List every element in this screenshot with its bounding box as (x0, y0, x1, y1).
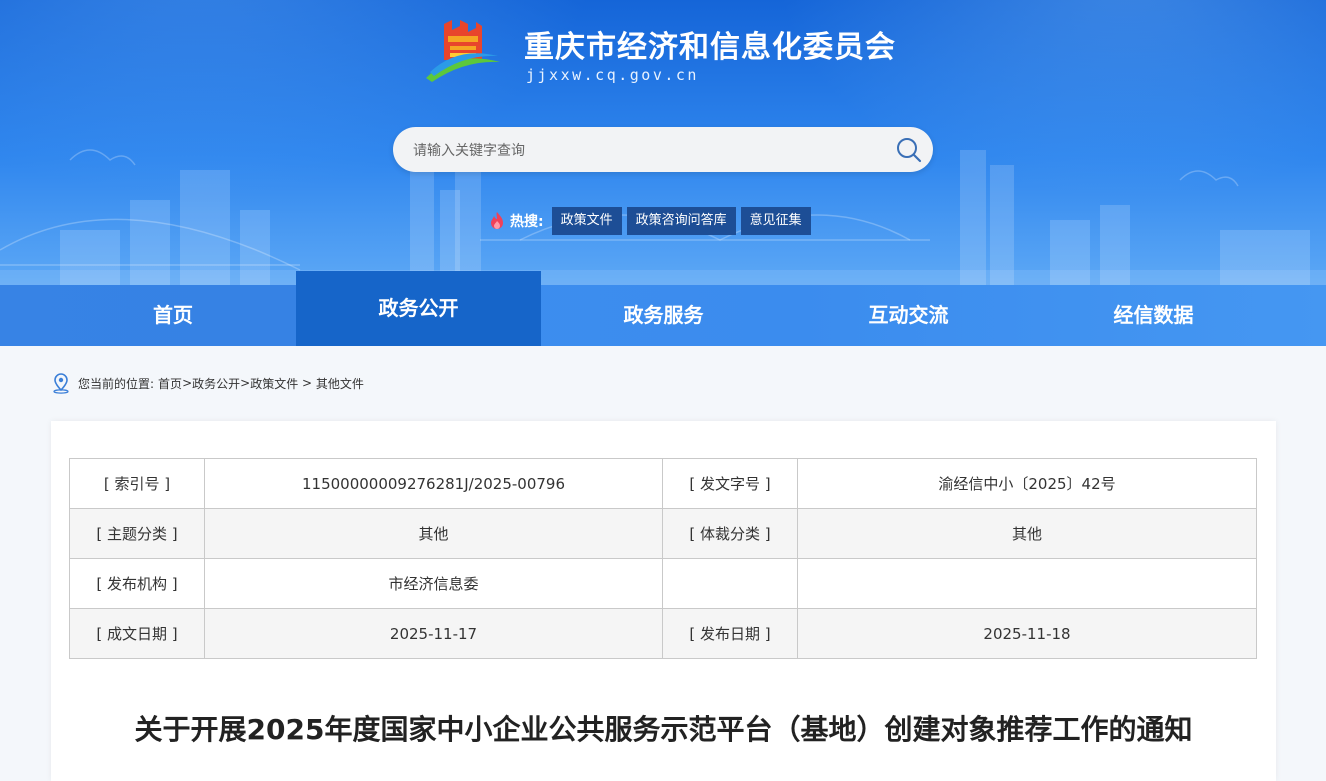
meta-value: 市经济信息委 (204, 558, 663, 609)
meta-value (797, 558, 1257, 609)
breadcrumb-home[interactable]: 首页 (158, 375, 182, 392)
location-pin-icon (53, 373, 69, 394)
table-row: [ 成文日期 ] 2025-11-17 [ 发布日期 ] 2025-11-18 (69, 608, 1257, 659)
meta-label: [ 发布日期 ] (662, 608, 798, 659)
site-domain: jjxxw.cq.gov.cn (526, 66, 699, 84)
site-logo[interactable]: 重庆市经济和信息化委员会 jjxxw.cq.gov.cn (424, 16, 924, 88)
breadcrumb: 您当前的位置: 首页 > 政务公开 > 政策文件 > 其他文件 (50, 371, 364, 395)
hot-tag-policy-files[interactable]: 政策文件 (551, 207, 622, 235)
nav-home[interactable]: 首页 (0, 285, 296, 346)
meta-value: 2025-11-18 (797, 608, 1257, 659)
meta-label: [ 发布机构 ] (69, 558, 205, 609)
content-card: [ 索引号 ] 11500000009276281J/2025-00796 [ … (51, 421, 1276, 781)
government-emblem-icon (426, 20, 500, 82)
nav-data[interactable]: 经信数据 (1031, 285, 1276, 346)
meta-label: [ 主题分类 ] (69, 508, 205, 559)
breadcrumb-other-files[interactable]: 其他文件 (316, 375, 364, 392)
meta-value: 其他 (204, 508, 663, 559)
search-box (393, 127, 933, 174)
hot-search-row: 热搜: 政策文件 政策咨询问答库 意见征集 (488, 206, 816, 236)
breadcrumb-separator: > (298, 376, 316, 390)
meta-value: 渝经信中小〔2025〕42号 (797, 458, 1257, 509)
meta-label: [ 体裁分类 ] (662, 508, 798, 559)
flame-icon (491, 212, 503, 229)
document-title: 关于开展2025年度国家中小企业公共服务示范平台（基地）创建对象推荐工作的通知 (134, 713, 1193, 746)
hot-tag-policy-qa[interactable]: 政策咨询问答库 (626, 207, 736, 235)
meta-label: [ 索引号 ] (69, 458, 205, 509)
search-input[interactable] (411, 127, 885, 174)
meta-value: 其他 (797, 508, 1257, 559)
meta-label (662, 558, 798, 609)
breadcrumb-prefix: 您当前的位置: (78, 376, 155, 391)
main-nav: 首页 政务公开 政务服务 互动交流 经信数据 (0, 271, 1326, 346)
breadcrumb-government-affairs[interactable]: 政务公开 (192, 375, 240, 392)
hot-tag-opinion[interactable]: 意见征集 (740, 207, 811, 235)
site-title: 重庆市经济和信息化委员会 (524, 30, 896, 65)
meta-value: 2025-11-17 (204, 608, 663, 659)
table-row: [ 发布机构 ] 市经济信息委 (69, 558, 1257, 609)
breadcrumb-policy-files[interactable]: 政策文件 (250, 375, 298, 392)
table-row: [ 索引号 ] 11500000009276281J/2025-00796 [ … (69, 458, 1257, 509)
nav-interaction[interactable]: 互动交流 (786, 285, 1031, 346)
nav-government-services[interactable]: 政务服务 (541, 285, 786, 346)
meta-label: [ 成文日期 ] (69, 608, 205, 659)
hot-search-label: 热搜: (510, 214, 544, 230)
breadcrumb-separator: > (182, 376, 193, 390)
table-row: [ 主题分类 ] 其他 [ 体裁分类 ] 其他 (69, 508, 1257, 559)
search-icon[interactable] (895, 136, 923, 164)
meta-label: [ 发文字号 ] (662, 458, 798, 509)
nav-government-affairs[interactable]: 政务公开 (296, 271, 541, 346)
breadcrumb-separator: > (240, 376, 251, 390)
meta-value: 11500000009276281J/2025-00796 (204, 458, 663, 509)
document-metadata-table: [ 索引号 ] 11500000009276281J/2025-00796 [ … (69, 458, 1257, 659)
